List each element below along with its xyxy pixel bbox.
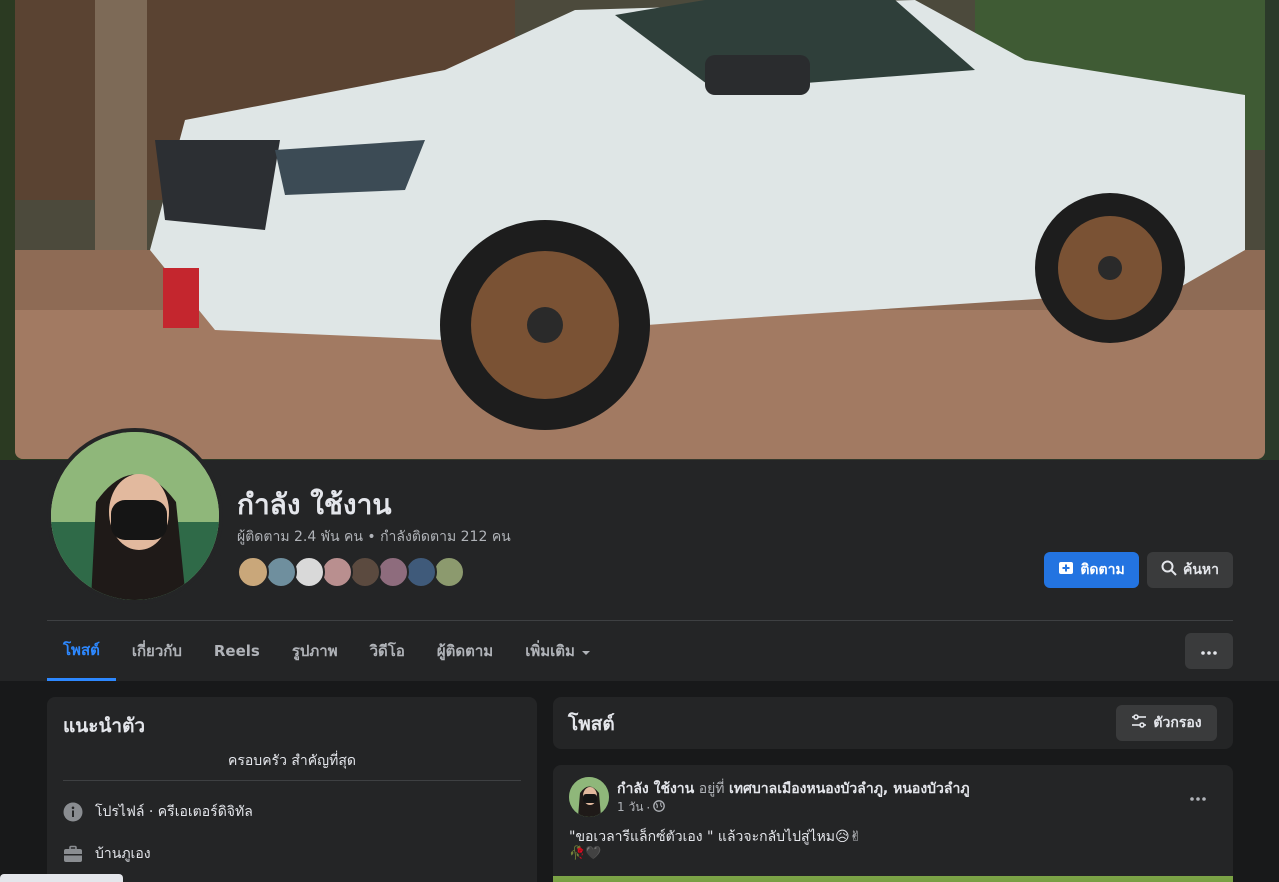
- profile-picture-illustration: [51, 432, 219, 600]
- post-meta: 1 วัน ·: [617, 798, 666, 817]
- follower-avatar[interactable]: [293, 556, 325, 588]
- caret-down-icon: [581, 642, 591, 660]
- follower-avatar[interactable]: [321, 556, 353, 588]
- search-button-label: ค้นหา: [1182, 562, 1220, 578]
- follow-stats[interactable]: ผู้ติดตาม 2.4 พัน คน • กำลังติดตาม 212 ค…: [237, 526, 511, 548]
- post-options-button[interactable]: [1183, 783, 1213, 807]
- post-location[interactable]: เทศบาลเมืองหนองบัวลำภู, หนองบัวลำภู: [729, 781, 970, 797]
- posts-section-title: โพสต์: [568, 713, 615, 735]
- filter-sliders-icon: [1131, 713, 1147, 733]
- follower-avatar[interactable]: [237, 556, 269, 588]
- cover-photo[interactable]: [15, 0, 1265, 459]
- more-horizontal-icon: [1190, 786, 1206, 805]
- post-media-image[interactable]: [553, 876, 1233, 882]
- post-at-word: อยู่ที่: [698, 781, 725, 797]
- post-card: กำลัง ใช้งาน อยู่ที่ เทศบาลเมืองหนองบัวล…: [553, 765, 1233, 882]
- post-meta-separator: ·: [646, 800, 651, 815]
- briefcase-icon: [63, 844, 83, 864]
- tab-label: เกี่ยวกับ: [131, 642, 182, 660]
- intro-row-label: โปรไฟล์ · ครีเอเตอร์ดิจิทัล: [95, 804, 253, 820]
- follow-button-label: ติดตาม: [1080, 562, 1125, 578]
- tab-label: ผู้ติดตาม: [436, 642, 494, 660]
- follower-avatar[interactable]: [433, 556, 465, 588]
- search-icon: [1161, 560, 1177, 580]
- intro-title: แนะนำตัว: [63, 715, 146, 737]
- post-emoji-line: 🥀🖤: [569, 846, 602, 861]
- tab-label: เพิ่มเติม: [525, 642, 575, 660]
- tab-label: Reels: [213, 642, 260, 660]
- tab-1[interactable]: เกี่ยวกับ: [116, 621, 198, 681]
- tab-2[interactable]: Reels: [198, 621, 276, 681]
- filter-button-label: ตัวกรอง: [1153, 715, 1202, 731]
- post-author-name[interactable]: กำลัง ใช้งาน: [617, 781, 694, 797]
- more-horizontal-icon: [1201, 643, 1217, 659]
- info-icon: [63, 802, 83, 822]
- follow-plus-icon: [1058, 560, 1074, 580]
- tab-label: รูปภาพ: [291, 642, 338, 660]
- tab-3[interactable]: รูปภาพ: [276, 621, 354, 681]
- post-author-line: กำลัง ใช้งาน อยู่ที่ เทศบาลเมืองหนองบัวล…: [617, 778, 970, 800]
- follow-button[interactable]: ติดตาม: [1044, 552, 1139, 588]
- tab-5[interactable]: ผู้ติดตาม: [421, 621, 509, 681]
- post-time[interactable]: 1 วัน: [617, 798, 643, 817]
- tab-6[interactable]: เพิ่มเติม: [509, 621, 607, 681]
- profile-header: กำลัง ใช้งาน ผู้ติดตาม 2.4 พัน คน • กำลั…: [0, 0, 1279, 681]
- profile-picture[interactable]: [51, 432, 219, 600]
- follower-avatar[interactable]: [405, 556, 437, 588]
- follower-avatar[interactable]: [265, 556, 297, 588]
- tab-label: โพสต์: [63, 640, 100, 659]
- follower-avatar[interactable]: [377, 556, 409, 588]
- post-author-avatar-illustration: [569, 777, 609, 817]
- search-button[interactable]: ค้นหา: [1147, 552, 1233, 588]
- intro-bio: ครอบครัว สำคัญที่สุด: [228, 753, 356, 769]
- intro-divider: [63, 780, 521, 781]
- tab-4[interactable]: วิดีโอ: [354, 621, 421, 681]
- tab-0[interactable]: โพสต์: [47, 621, 116, 681]
- posts-header-card: โพสต์ ตัวกรอง: [553, 697, 1233, 749]
- filter-button[interactable]: ตัวกรอง: [1116, 705, 1217, 741]
- intro-row-label: บ้านภูเอง: [95, 846, 151, 862]
- post-text: "ขอเวลารีแล็กซ์ตัวเอง " แล้วจะกลับไปสู่ไ…: [569, 829, 862, 845]
- intro-row-work: บ้านภูเอง: [63, 843, 151, 865]
- globe-icon[interactable]: [653, 800, 666, 815]
- profile-name: กำลัง ใช้งาน: [237, 488, 392, 521]
- profile-tabs: โพสต์ เกี่ยวกับ Reels รูปภาพ วิดีโอ ผู้ติดตาม…: [47, 621, 607, 681]
- tab-label: วิดีโอ: [369, 642, 405, 660]
- profile-picture-ring: [47, 428, 223, 604]
- cover-photo-illustration: [15, 0, 1265, 459]
- follower-avatar[interactable]: [349, 556, 381, 588]
- post-author-avatar[interactable]: [569, 777, 609, 817]
- bottom-edge-tab: [0, 874, 123, 882]
- intro-row-profile-type: โปรไฟล์ · ครีเอเตอร์ดิจิทัล: [63, 801, 253, 823]
- more-options-button[interactable]: [1185, 633, 1233, 669]
- follower-avatars[interactable]: [237, 556, 465, 588]
- intro-card: แนะนำตัว ครอบครัว สำคัญที่สุด โปรไฟล์ · …: [47, 697, 537, 882]
